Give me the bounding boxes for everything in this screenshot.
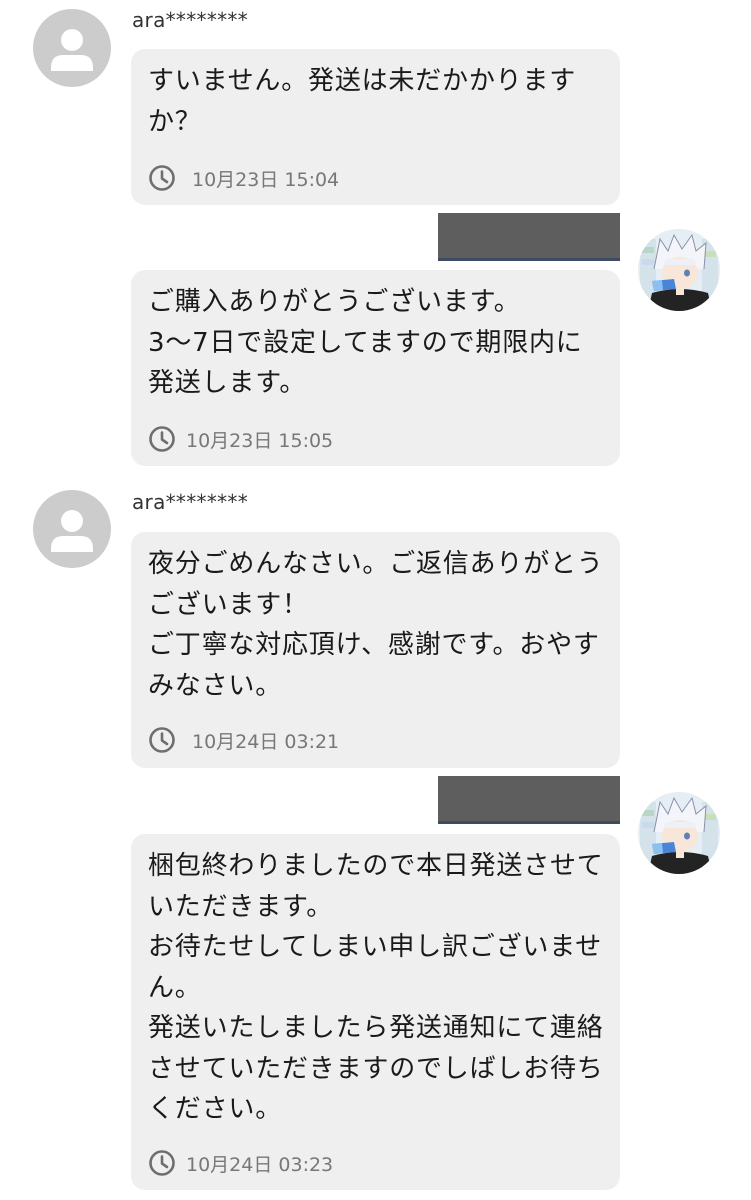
timestamp-text: 10月23日 15:04	[192, 168, 340, 191]
timestamp-text: 10月24日 03:21	[192, 730, 340, 753]
default-user-icon	[51, 29, 93, 71]
seller-avatar[interactable]	[638, 229, 720, 311]
clock-icon	[149, 1150, 175, 1176]
buyer-avatar[interactable]	[33, 490, 111, 568]
buyer-username[interactable]: ara********	[132, 8, 248, 32]
seller-avatar[interactable]	[638, 792, 720, 874]
timestamp-text: 10月24日 03:23	[186, 1153, 334, 1176]
message-timestamp: 10月24日 03:21	[148, 726, 339, 754]
message-timestamp: 10月23日 15:04	[148, 164, 339, 192]
message-timestamp: 10月24日 03:23	[148, 1149, 333, 1177]
clock-icon	[149, 165, 175, 191]
redacted-username	[438, 776, 620, 824]
buyer-username[interactable]: ara********	[132, 490, 248, 514]
message-bubble: ご購入ありがとうございます。 3〜7日で設定してますので期限内に 発送します。 …	[131, 270, 620, 466]
default-user-icon	[51, 510, 93, 552]
message-text: すいません。発送は未だかかります か？	[148, 66, 577, 137]
message-bubble: 梱包終わりましたので本日発送させて いただきます。 お待たせしてしまい申し訳ござ…	[131, 834, 620, 1190]
timestamp-text: 10月23日 15:05	[186, 429, 334, 452]
message-text: 夜分ごめんなさい。ご返信ありがとう ございます！ ご丁寧な対応頂け、感謝です。お…	[148, 549, 604, 701]
message-timestamp: 10月23日 15:05	[148, 425, 333, 453]
anime-character-avatar	[638, 792, 720, 874]
message-text: 梱包終わりましたので本日発送させて いただきます。 お待たせしてしまい申し訳ござ…	[148, 851, 604, 1124]
anime-character-avatar	[638, 229, 720, 311]
message-text: ご購入ありがとうございます。 3〜7日で設定してますので期限内に 発送します。	[148, 287, 583, 398]
buyer-avatar[interactable]	[33, 9, 111, 87]
clock-icon	[149, 727, 175, 753]
message-bubble: 夜分ごめんなさい。ご返信ありがとう ございます！ ご丁寧な対応頂け、感謝です。お…	[131, 532, 620, 768]
message-bubble: すいません。発送は未だかかります か？ 10月23日 15:04	[131, 49, 620, 205]
clock-icon	[149, 426, 175, 452]
redacted-username	[438, 213, 620, 261]
